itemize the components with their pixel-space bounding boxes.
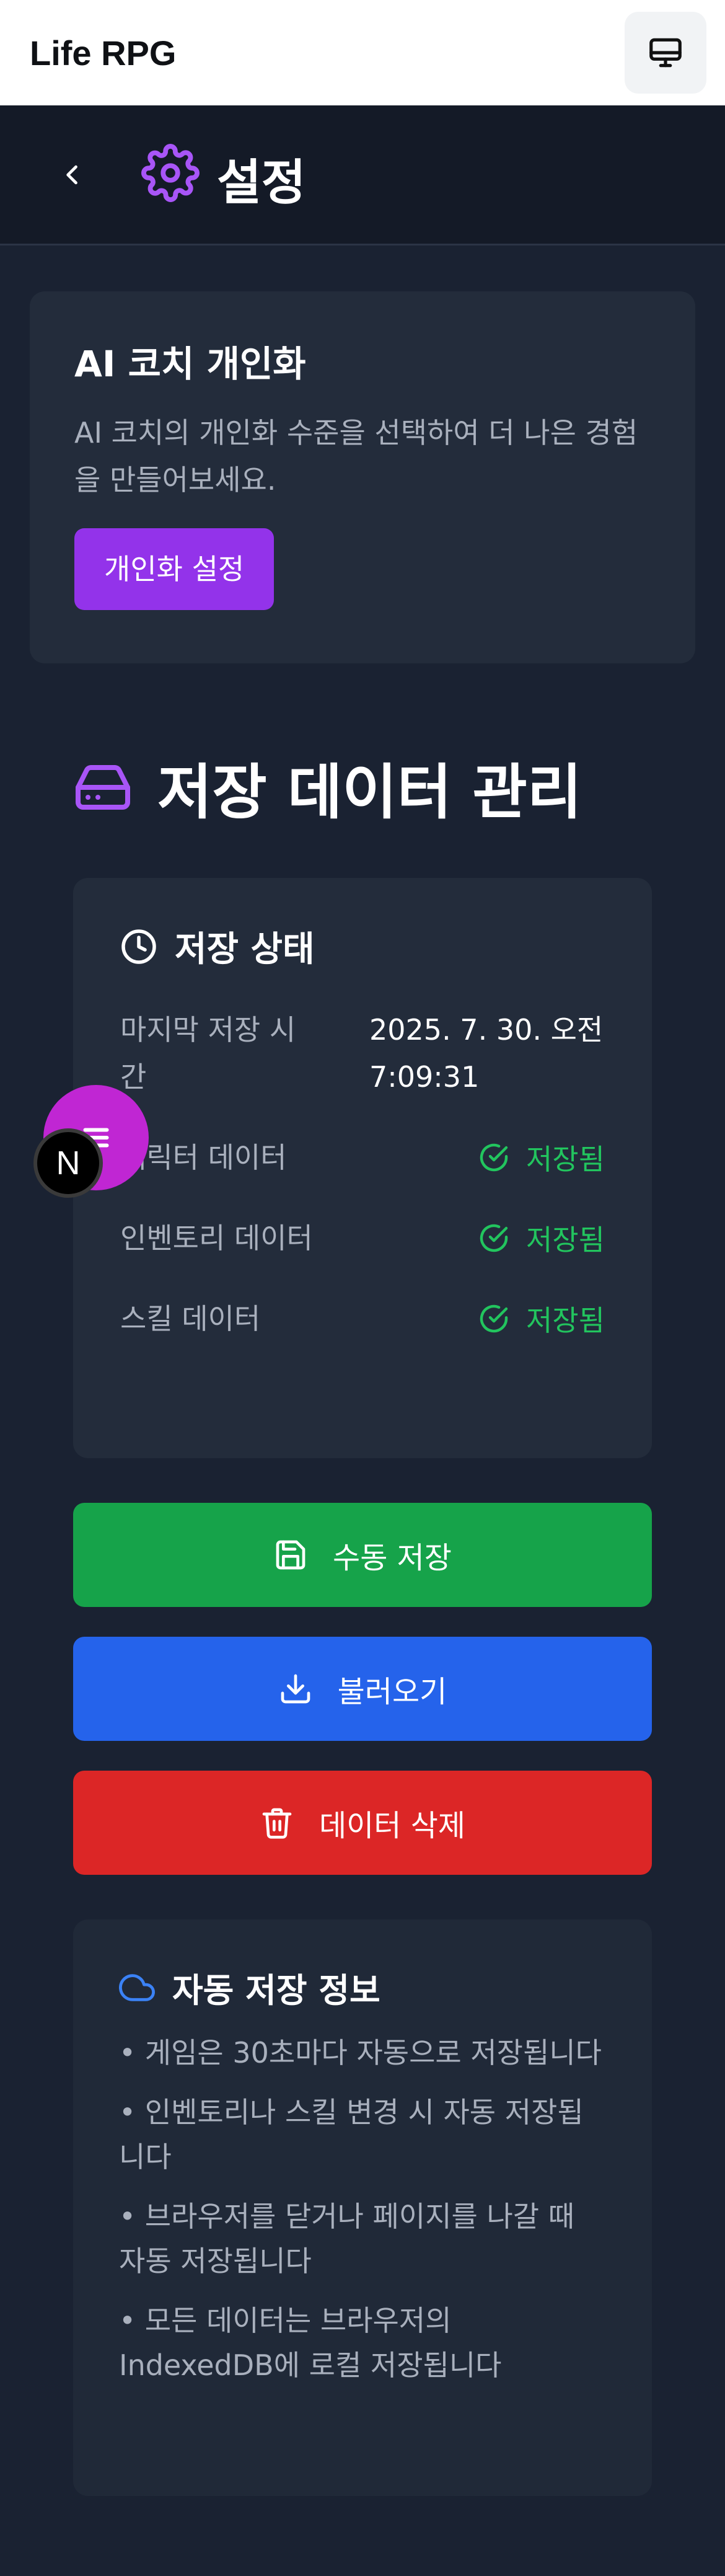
display-mode-button[interactable] [625,12,706,94]
load-button[interactable]: 불러오기 [73,1637,652,1741]
personalization-settings-button[interactable]: 개인화 설정 [74,528,275,610]
delete-data-button[interactable]: 데이터 삭제 [73,1771,652,1875]
status-row-value: 저장됨 [526,1304,605,1337]
status-row: 인벤토리 데이터 저장됨 [120,1215,605,1262]
list-item: • 브라우저를 닫거나 페이지를 나갈 때 자동 저장됩니다 [119,2200,575,2278]
last-saved-label: 마지막 저장 시간 [120,1013,296,1094]
auto-save-title: 자동 저장 정보 [172,1971,380,2010]
save-status-title: 저장 상태 [175,929,315,970]
ai-personalization-card: AI 코치 개인화 AI 코치의 개인화 수준을 선택하여 더 나은 경험을 만… [30,291,695,663]
last-saved-value: 2025. 7. 30. 오전 7:09:31 [369,1013,604,1094]
status-row: 스킬 데이터 저장됨 [120,1295,605,1342]
page-title: 설정 [217,155,306,211]
app-title: Life RPG [30,33,177,73]
back-button[interactable] [51,150,94,200]
save-icon [276,1540,305,1570]
data-section-title: 저장 데이터 관리 [157,758,582,827]
manual-save-button[interactable]: 수동 저장 [73,1503,652,1607]
auto-save-list: • 게임은 30초마다 자동으로 저장됩니다 • 인벤토리나 스킬 변경 시 자… [119,2030,606,2388]
clock-icon [121,929,156,964]
hard-drive-icon [76,764,130,810]
data-section-heading: 저장 데이터 관리 [73,744,582,830]
status-row-label: 인벤토리 데이터 [120,1221,313,1255]
chevron-left-icon [66,165,77,185]
check-circle-icon [480,1143,508,1172]
gear-icon [141,144,200,202]
delete-data-label: 데이터 삭제 [319,1808,466,1843]
manual-save-label: 수동 저장 [333,1541,452,1575]
next-dev-badge[interactable]: N [33,1128,103,1198]
trash-icon [262,1808,292,1839]
cloud-icon [119,1973,155,2001]
top-bar: Life RPG [0,0,725,105]
list-item: • 모든 데이터는 브라우저의 IndexedDB에 로컬 저장됩니다 [119,2304,502,2382]
check-circle-icon [480,1224,508,1252]
last-saved-row: 마지막 저장 시간 2025. 7. 30. 오전 7:09:31 [120,1006,605,1100]
settings-header: 설정 [0,105,725,246]
auto-save-info-card: 자동 저장 정보 • 게임은 30초마다 자동으로 저장됩니다 • 인벤토리나 … [73,1919,652,2496]
ai-card-description: AI 코치의 개인화 수준을 선택하여 더 나은 경험을 만들어보세요. [74,416,638,497]
load-label: 불러오기 [337,1675,447,1709]
status-row-label: 스킬 데이터 [120,1302,261,1335]
monitor-icon [649,38,682,68]
list-item: • 게임은 30초마다 자동으로 저장됩니다 [119,2036,602,2069]
list-item: • 인벤토리나 스킬 변경 시 자동 저장됩니다 [119,2096,584,2174]
ai-card-title: AI 코치 개인화 [74,343,306,385]
status-row-value: 저장됨 [526,1143,605,1176]
status-row: 캐릭터 데이터 저장됨 [120,1134,605,1181]
check-circle-icon [480,1304,508,1333]
status-row-value: 저장됨 [526,1223,605,1257]
download-icon [281,1674,310,1704]
save-status-card: 저장 상태 마지막 저장 시간 2025. 7. 30. 오전 7:09:31 … [73,878,652,1458]
